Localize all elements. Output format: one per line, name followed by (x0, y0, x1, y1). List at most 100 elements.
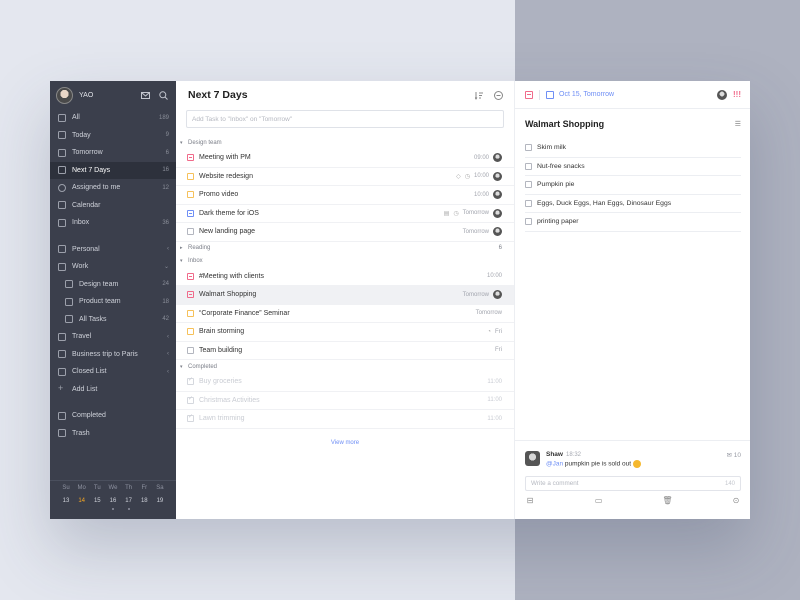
more-icon[interactable] (493, 90, 503, 100)
task-checkbox[interactable] (187, 346, 194, 354)
sidebar-item-calendar[interactable]: Calendar (50, 197, 176, 215)
checklist-checkbox[interactable] (525, 199, 532, 207)
section-header-inbox[interactable]: ▾ Inbox (176, 255, 514, 268)
sidebar-item-trash[interactable]: Trash (50, 425, 176, 443)
task-checkbox[interactable] (187, 291, 194, 299)
chevron-down-icon[interactable]: ⌄ (164, 263, 169, 270)
section-header-design-team[interactable]: ▾ Design team (176, 136, 514, 149)
task-checkbox[interactable] (187, 328, 194, 336)
checklist-checkbox[interactable] (525, 181, 532, 189)
task-row-completed[interactable]: Christmas Activities11:00 (176, 392, 514, 410)
checklist-checkbox[interactable] (525, 162, 532, 170)
checklist-checkbox[interactable] (525, 218, 532, 226)
sidebar-item-all[interactable]: All 189 (50, 109, 176, 127)
view-more-link[interactable]: View more (176, 440, 514, 446)
task-row[interactable]: Promo video 10:00 (176, 186, 514, 205)
task-title[interactable]: Walmart Shopping (525, 119, 735, 129)
caret-down-icon: ▾ (180, 139, 183, 146)
trash-icon[interactable]: 🗑 (662, 496, 672, 505)
add-task-input[interactable]: Add Task to "Inbox" on "Tomorrow" (186, 110, 504, 128)
search-icon[interactable] (157, 89, 169, 101)
avatar[interactable] (56, 86, 73, 104)
sidebar-item-inbox[interactable]: Inbox 36 (50, 214, 176, 232)
sidebar-item-business-trip[interactable]: Business trip to Paris ‹ (50, 346, 176, 364)
add-list-button[interactable]: + Add List (50, 381, 176, 399)
comment: Shaw 18:32 @Jan pumpkin pie is sold out ✉… (515, 441, 750, 474)
calendar-date[interactable]: 15 (91, 498, 103, 504)
calendar-date[interactable]: 13 (60, 498, 72, 504)
checklist-item[interactable]: Nut-free snacks (525, 158, 741, 176)
section-header-completed[interactable]: ▾ Completed (176, 360, 514, 373)
task-row[interactable]: Dark theme for iOS ▤ ◷ Tomorrow (176, 205, 514, 223)
calendar-date[interactable]: 17 (123, 498, 135, 510)
sidebar-item-tomorrow[interactable]: Tomorrow 6 (50, 144, 176, 162)
section-header-reading[interactable]: ▸ Reading 6 (176, 242, 514, 255)
task-checkbox[interactable] (525, 90, 533, 99)
task-row[interactable]: “Corporate Finance” Seminar Tomorrow (176, 305, 514, 323)
mini-calendar: Su Mo Tu We Th Fr Sa 13 14 15 16 17 18 1… (50, 480, 176, 519)
task-checkbox-checked[interactable] (187, 395, 194, 404)
sidebar-item-completed[interactable]: Completed (50, 407, 176, 425)
checklist-item[interactable]: Skim milk (525, 139, 741, 158)
checklist-item[interactable]: printing paper (525, 213, 741, 232)
move-list-icon[interactable]: ⊟ (525, 496, 535, 505)
task-checkbox-checked[interactable] (187, 376, 194, 386)
priority-icon[interactable]: !!! (733, 90, 741, 99)
sort-icon[interactable] (474, 90, 484, 100)
task-checkbox[interactable] (187, 172, 194, 180)
comment-input[interactable]: Write a comment 140 (525, 476, 741, 491)
chevron-left-icon[interactable]: ‹ (167, 334, 169, 340)
task-checkbox[interactable] (187, 209, 194, 217)
task-checkbox[interactable] (187, 191, 194, 199)
sidebar-item-personal[interactable]: Personal ‹ (50, 241, 176, 259)
mail-icon[interactable] (139, 89, 151, 101)
more-icon[interactable]: ⊙ (731, 496, 741, 505)
calendar-icon[interactable] (546, 90, 554, 99)
task-row-completed[interactable]: Buy groceries11:00 (176, 373, 514, 392)
task-row[interactable]: Brain storming ◔ Fri (176, 323, 514, 342)
detail-title-row: Walmart Shopping ☰ (515, 109, 750, 139)
commenter-name: Shaw (546, 451, 563, 458)
calendar-date[interactable]: 16 (107, 498, 119, 510)
comment-text: pumpkin pie is sold out (563, 460, 632, 468)
commenter-avatar (525, 451, 540, 466)
task-row[interactable]: #Meeting with clients 10:00 (176, 268, 514, 286)
task-row[interactable]: Meeting with PM 09:00 (176, 149, 514, 168)
task-row-selected[interactable]: Walmart Shopping Tomorrow (176, 286, 514, 305)
sidebar-item-design-team[interactable]: Design team 24 (50, 276, 176, 294)
task-checkbox-checked[interactable] (187, 413, 194, 423)
comment-icon[interactable]: ▭ (594, 496, 604, 505)
description-icon[interactable]: ☰ (735, 120, 741, 128)
task-row[interactable]: New landing page Tomorrow (176, 223, 514, 242)
sidebar-item-all-tasks[interactable]: All Tasks 42 (50, 311, 176, 329)
chevron-left-icon[interactable]: ‹ (167, 351, 169, 357)
calendar-date[interactable]: 18 (138, 498, 150, 504)
due-date[interactable]: Oct 15, Tomorrow (559, 91, 717, 98)
sidebar-item-travel[interactable]: Travel ‹ (50, 328, 176, 346)
calendar-date[interactable]: 19 (154, 498, 166, 504)
mention-link[interactable]: @Jan (546, 461, 563, 468)
task-row[interactable]: Team building Fri (176, 342, 514, 360)
caret-down-icon: ▾ (180, 258, 183, 264)
sidebar-item-work[interactable]: Work ⌄ (50, 258, 176, 276)
task-checkbox[interactable] (187, 272, 194, 280)
sidebar-item-next-7-days[interactable]: Next 7 Days 16 (50, 161, 176, 179)
chevron-left-icon[interactable]: ‹ (167, 246, 169, 252)
sidebar-item-today[interactable]: Today 9 (50, 127, 176, 145)
task-checkbox[interactable] (187, 154, 194, 162)
sidebar-item-product-team[interactable]: Product team 18 (50, 293, 176, 311)
task-row-completed[interactable]: Lawn trimming11:00 (176, 410, 514, 429)
sidebar-item-closed-list[interactable]: Closed List ‹ (50, 363, 176, 381)
checklist-item[interactable]: Pumpkin pie (525, 176, 741, 195)
task-checkbox[interactable] (187, 228, 194, 236)
checklist-checkbox[interactable] (525, 144, 532, 152)
assignee-avatar[interactable] (717, 89, 727, 100)
caret-right-icon: ▸ (180, 245, 183, 251)
checklist-item[interactable]: Eggs, Duck Eggs, Han Eggs, Dinosaur Eggs (525, 195, 741, 213)
calendar-date-today[interactable]: 14 (76, 498, 88, 504)
task-checkbox[interactable] (187, 309, 194, 317)
task-row[interactable]: Website redesign ◇ ◷ 10:00 (176, 168, 514, 186)
sidebar-item-assigned[interactable]: Assigned to me 12 (50, 179, 176, 197)
chevron-left-icon[interactable]: ‹ (167, 369, 169, 375)
comment-count[interactable]: ✉ 10 (727, 451, 742, 474)
